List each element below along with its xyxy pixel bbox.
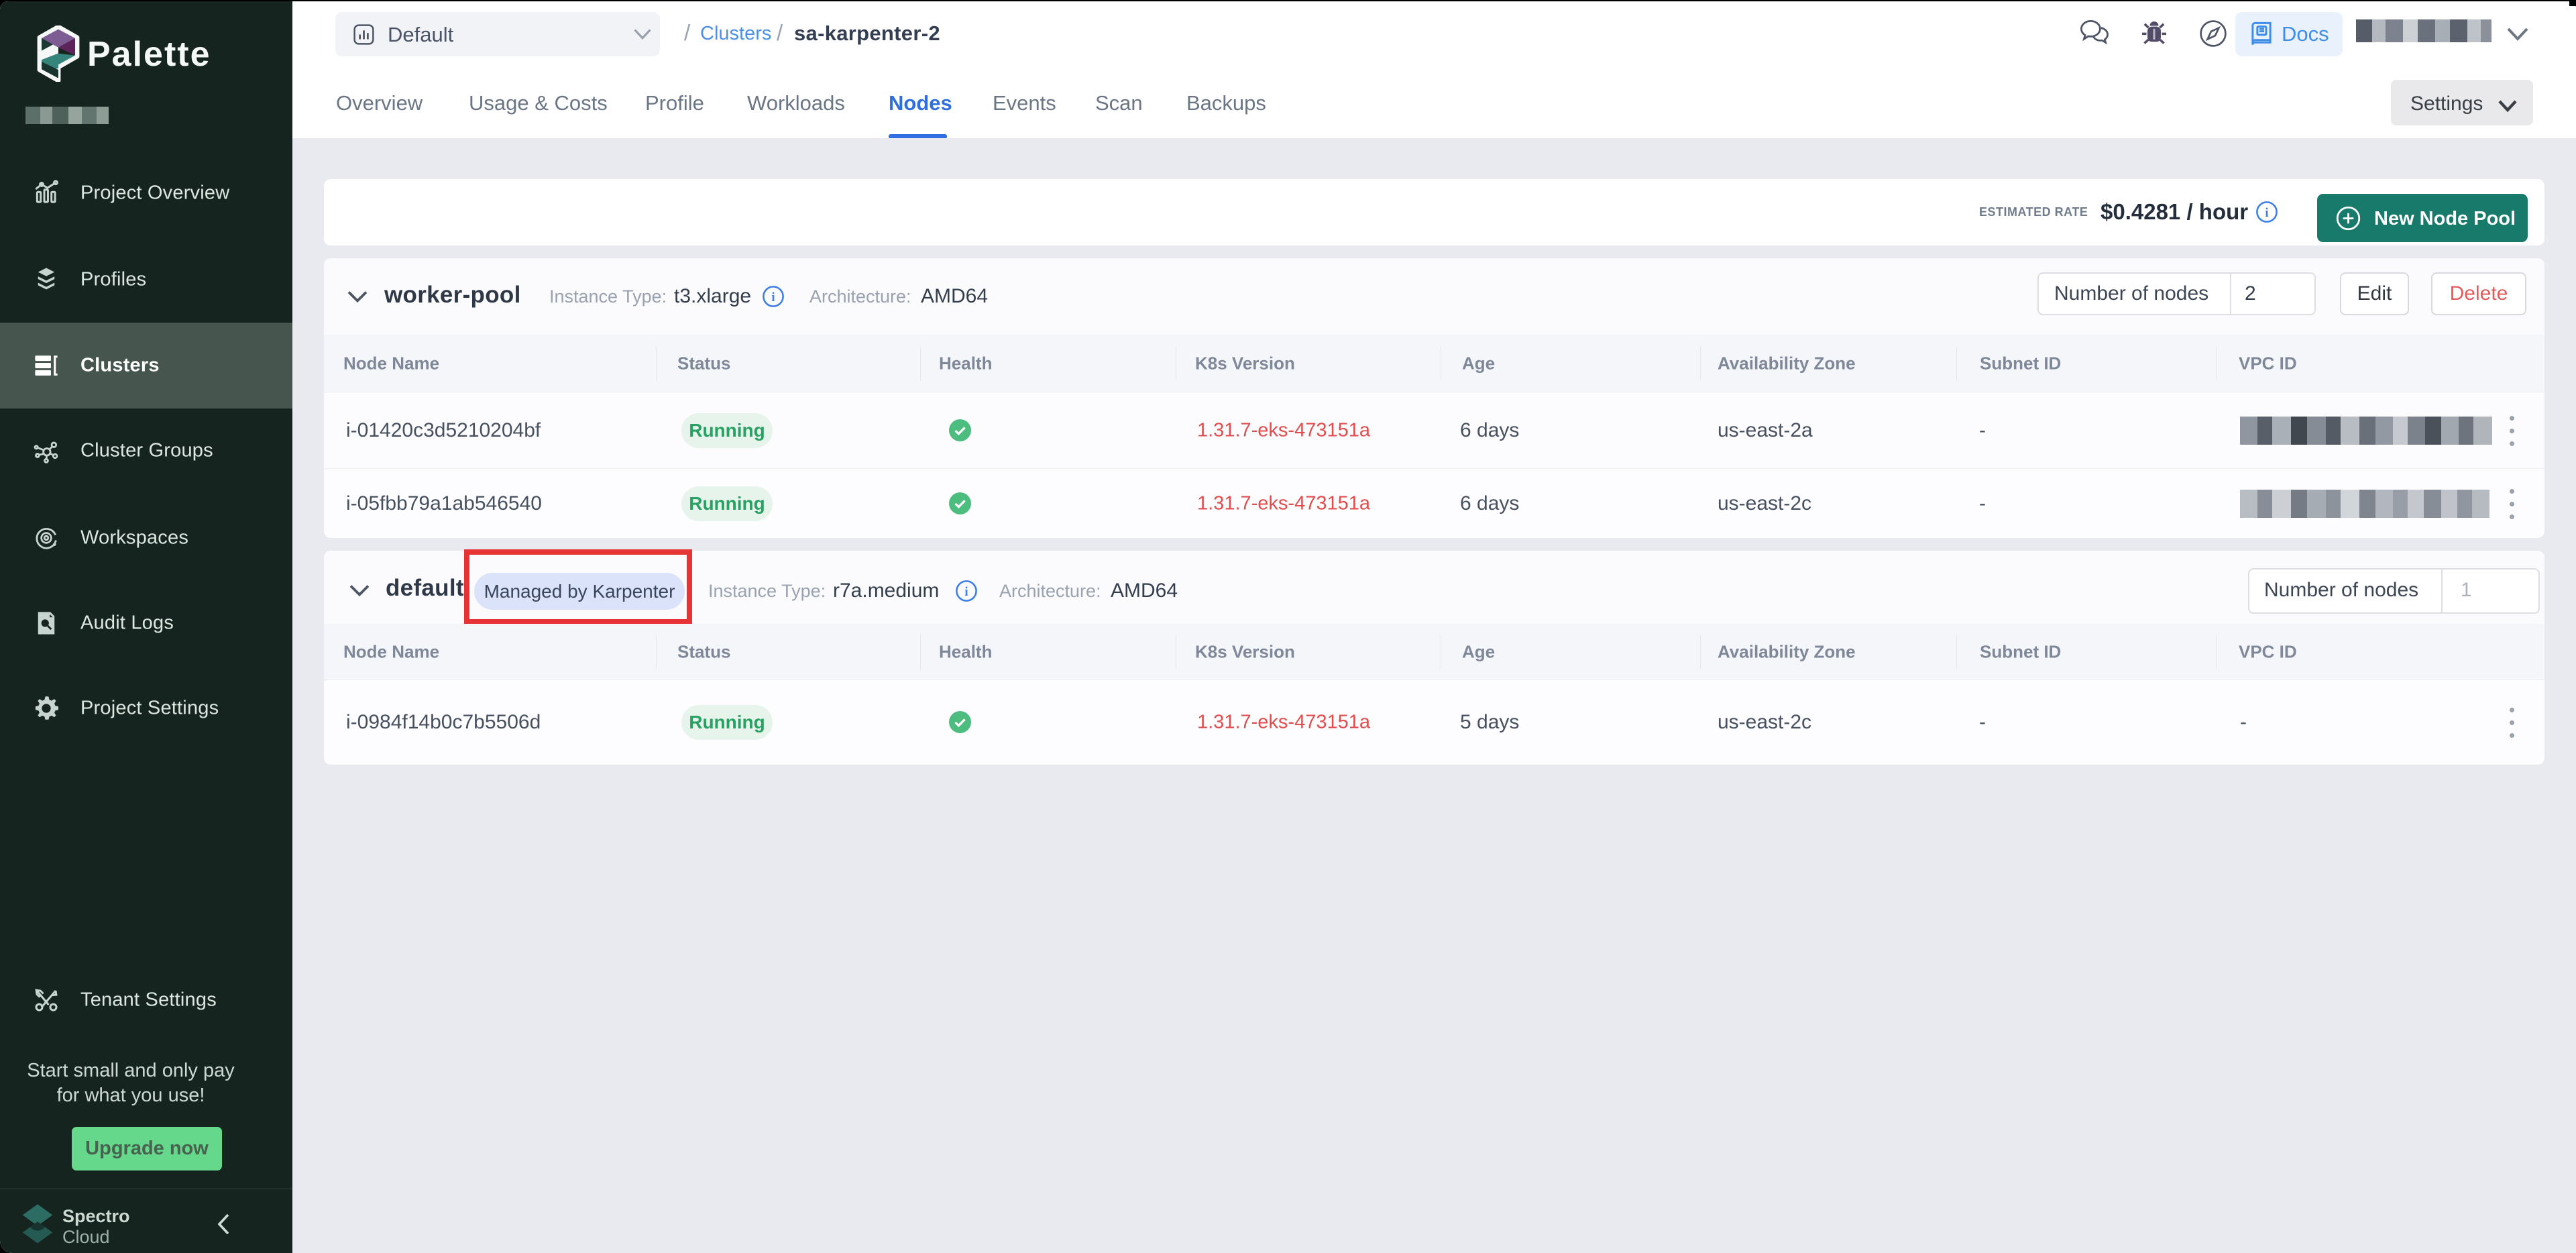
svg-text:i: i xyxy=(2265,206,2268,220)
svg-text:i: i xyxy=(964,585,968,599)
svg-text:i: i xyxy=(771,290,775,305)
